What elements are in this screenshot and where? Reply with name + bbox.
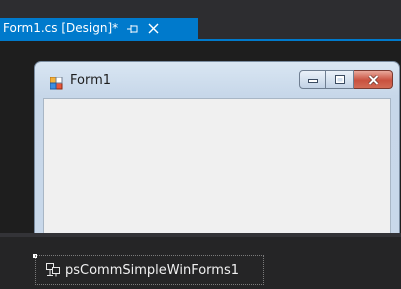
maximize-button[interactable] [326, 70, 354, 89]
component-icon [45, 262, 61, 278]
minimize-button[interactable] [299, 70, 326, 89]
form-client-area[interactable] [43, 98, 391, 233]
design-surface[interactable]: Form1 [0, 41, 401, 233]
pin-icon[interactable] [127, 23, 139, 35]
close-button[interactable] [354, 70, 393, 89]
form-window[interactable]: Form1 [34, 61, 400, 233]
component-item[interactable]: psCommSimpleWinForms1 [35, 255, 264, 285]
form-titlebar[interactable]: Form1 [35, 62, 399, 98]
component-tray[interactable]: psCommSimpleWinForms1 [0, 237, 401, 289]
maximize-icon [334, 75, 345, 84]
visual-studio-designer: Form1.cs [Design]* Form1 psCommSimpleWin… [0, 0, 401, 289]
component-label: psCommSimpleWinForms1 [65, 262, 239, 278]
document-tab-strip: Form1.cs [Design]* [0, 0, 401, 39]
minimize-icon [307, 78, 318, 83]
form-title: Form1 [70, 73, 112, 88]
close-tab-icon[interactable] [147, 23, 159, 35]
caption-buttons [299, 70, 393, 89]
tab-form1-design[interactable]: Form1.cs [Design]* [0, 18, 198, 39]
form-icon [49, 75, 63, 90]
close-icon [367, 74, 379, 85]
tab-title: Form1.cs [Design]* [3, 21, 119, 35]
